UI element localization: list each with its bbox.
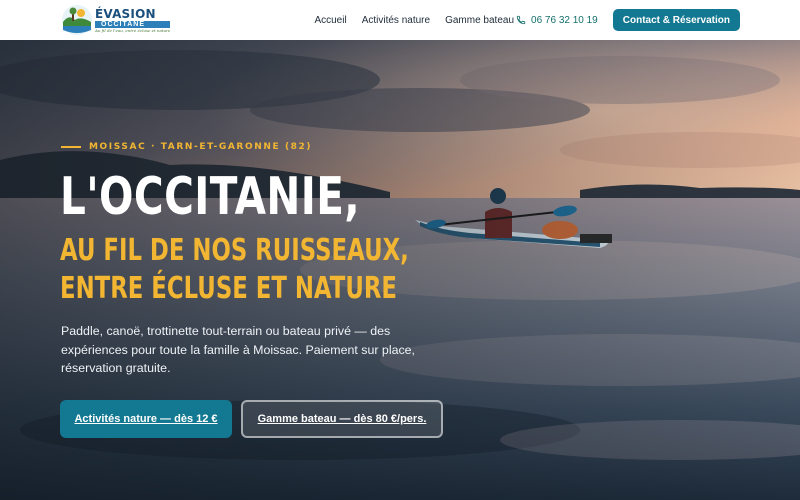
nav-gamme-bateau[interactable]: Gamme bateau [445, 15, 514, 26]
phone-number: 06 76 32 10 19 [531, 14, 598, 26]
hero-description: Paddle, canoë, trottinette tout-terrain … [61, 324, 415, 375]
hero-section: MOISSAC · TARN-ET-GARONNE (82) L'OCCITAN… [0, 40, 800, 500]
eyebrow-line [61, 146, 81, 148]
site-header: ÉVASION OCCITANE Au fil de l'eau, entre … [0, 0, 800, 40]
activites-nature-button[interactable]: Activités nature — dès 12 € [60, 400, 232, 438]
logo-wordmark: ÉVASION [95, 6, 156, 21]
phone-icon [516, 15, 526, 25]
location-eyebrow: MOISSAC · TARN-ET-GARONNE (82) [61, 142, 312, 152]
hero-title: L'OCCITANIE, [60, 167, 361, 227]
kayaker-logo-icon [62, 5, 92, 35]
main-nav: Accueil Activités nature Gamme bateau [314, 15, 514, 26]
brand-logo[interactable]: ÉVASION OCCITANE Au fil de l'eau, entre … [61, 3, 171, 37]
hero-subtitle-line-1: AU FIL DE NOS RUISSEAUX, [60, 233, 409, 268]
phone-link[interactable]: 06 76 32 10 19 [516, 15, 598, 26]
eyebrow-text: MOISSAC · TARN-ET-GARONNE (82) [89, 142, 313, 152]
gamme-bateau-button[interactable]: Gamme bateau — dès 80 €/pers. [241, 400, 443, 438]
logo-subword: OCCITANE [95, 20, 171, 28]
nav-activites-nature[interactable]: Activités nature [362, 15, 430, 26]
contact-reservation-button[interactable]: Contact & Réservation [612, 9, 740, 31]
logo-tagline: Au fil de l'eau, entre écluse et nature [95, 27, 171, 33]
hero-subtitle-line-2: ENTRE ÉCLUSE ET NATURE [60, 271, 397, 306]
hero-subtitle: AU FIL DE NOS RUISSEAUX, ENTRE ÉCLUSE ET… [60, 232, 409, 308]
nav-accueil[interactable]: Accueil [314, 15, 346, 26]
